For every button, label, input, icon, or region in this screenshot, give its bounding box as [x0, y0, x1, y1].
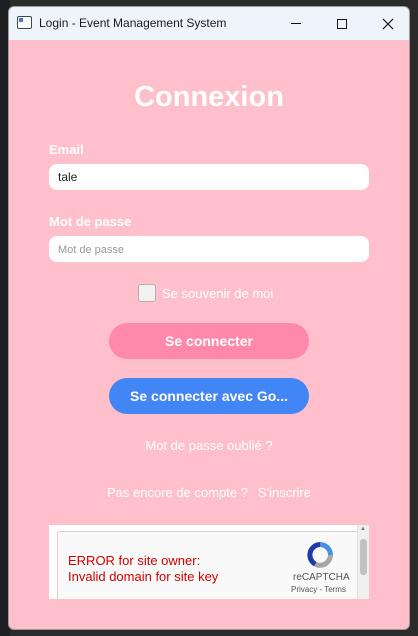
login-button[interactable]: Se connecter — [109, 323, 309, 359]
remember-me-label[interactable]: Se souvenir de moi — [162, 286, 273, 301]
minimize-icon — [291, 23, 301, 24]
remember-me-row[interactable]: Se souvenir de moi — [138, 284, 273, 302]
page-title: Connexion — [134, 81, 284, 113]
scrollbar-thumb[interactable] — [360, 539, 367, 575]
google-login-button[interactable]: Se connecter avec Go... — [109, 378, 309, 414]
close-icon — [382, 18, 394, 29]
recaptcha-scrollbar[interactable]: ▲ — [357, 525, 369, 599]
recaptcha-logo-icon — [307, 542, 333, 568]
recaptcha-widget: ERROR for site owner: Invalid domain for… — [57, 531, 359, 599]
email-field[interactable] — [49, 164, 369, 190]
signup-link[interactable]: S'inscrire — [258, 485, 311, 500]
no-account-text: Pas encore de compte ? — [107, 485, 248, 500]
recaptcha-frame[interactable]: ERROR for site owner: Invalid domain for… — [49, 525, 369, 599]
maximize-icon — [337, 18, 347, 29]
close-button[interactable] — [365, 7, 409, 40]
scroll-up-icon[interactable]: ▲ — [360, 526, 366, 532]
recaptcha-error-line1: ERROR for site owner: — [68, 553, 201, 568]
app-window-icon — [17, 16, 32, 29]
recaptcha-error: ERROR for site owner: Invalid domain for… — [68, 553, 218, 585]
recaptcha-brand: reCAPTCHA — [293, 572, 350, 583]
window-title: Login - Event Management System — [39, 16, 227, 30]
remember-me-checkbox[interactable] — [138, 284, 156, 302]
email-label: Email — [49, 142, 84, 157]
password-field[interactable] — [49, 236, 369, 262]
minimize-button[interactable] — [273, 7, 319, 40]
title-bar: Login - Event Management System — [9, 7, 409, 40]
forgot-password-link[interactable]: Mot de passe oublié ? — [9, 438, 409, 453]
password-label: Mot de passe — [49, 214, 132, 229]
signup-row: Pas encore de compte ? S'inscrire — [9, 485, 409, 500]
recaptcha-error-line2: Invalid domain for site key — [68, 569, 219, 584]
maximize-button[interactable] — [319, 7, 365, 40]
recaptcha-terms-link[interactable]: Privacy - Terms — [291, 585, 346, 594]
login-window: Login - Event Management System Connexio… — [8, 6, 410, 630]
